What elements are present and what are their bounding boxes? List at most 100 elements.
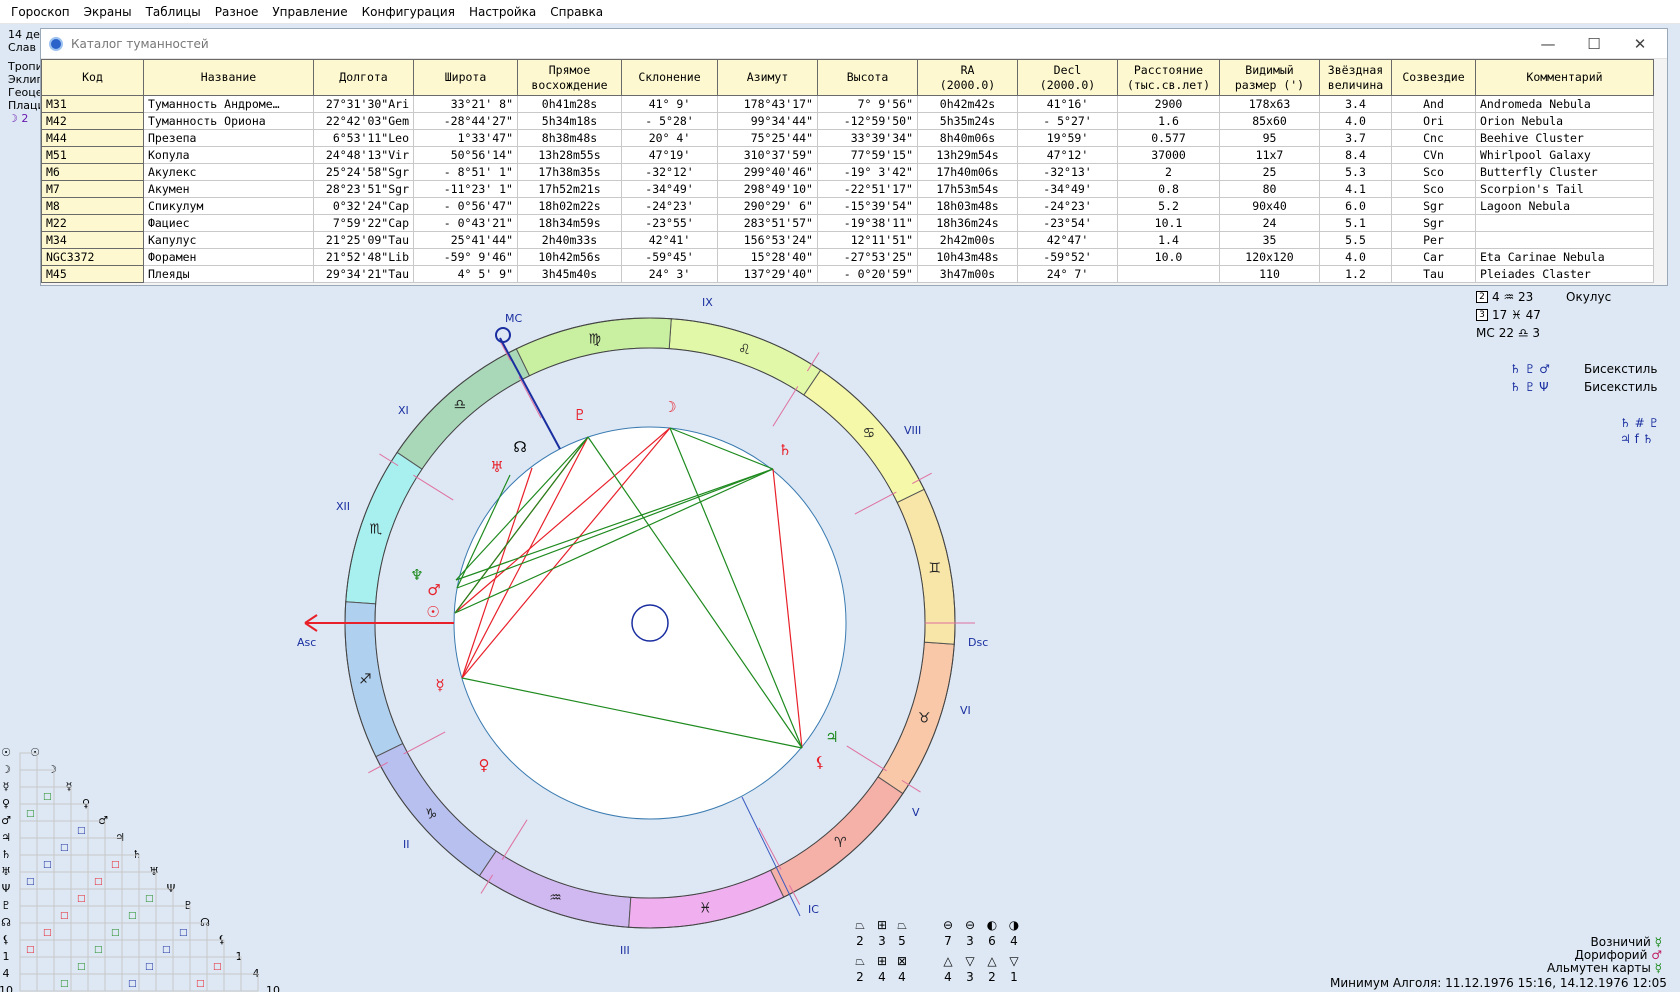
grid-cell[interactable] [53, 803, 72, 822]
grid-cell[interactable] [189, 956, 208, 975]
grid-cell[interactable] [138, 922, 157, 941]
grid-cell[interactable] [223, 973, 242, 992]
table-row[interactable]: M7 Акумен 28°23'51"Sgr -11°23' 1" 17h52m21s -… [41, 180, 1654, 198]
grid-cell[interactable] [87, 922, 106, 941]
column-header[interactable]: RA (2000.0) [917, 59, 1018, 96]
grid-cell[interactable] [104, 956, 123, 975]
cell-lat: - 0°56'47" [413, 197, 518, 215]
grid-cell[interactable] [138, 939, 157, 958]
table-row[interactable]: M22 Фациес 7°59'22"Cap - 0°43'21" 18h34m59s -… [41, 214, 1654, 232]
close-button[interactable]: ✕ [1617, 29, 1663, 59]
grid-cell[interactable] [104, 871, 123, 890]
catalog-titlebar[interactable]: Каталог туманностей — ☐ ✕ [41, 29, 1667, 59]
grid-cell[interactable] [70, 939, 89, 958]
grid-cell[interactable] [36, 803, 55, 822]
grid-cell[interactable] [53, 956, 72, 975]
table-row[interactable]: M45 Плеяды 29°34'21"Tau 4° 5' 9" 3h45m40s 24°… [41, 265, 1654, 283]
grid-cell[interactable] [104, 905, 123, 924]
column-header[interactable]: Decl (2000.0) [1017, 59, 1118, 96]
grid-cell[interactable] [121, 871, 140, 890]
grid-cell[interactable] [36, 973, 55, 992]
column-header[interactable]: Азимут [717, 59, 818, 96]
column-header[interactable]: Комментарий [1475, 59, 1654, 96]
column-header[interactable]: Код [41, 59, 144, 96]
cell-comment [1475, 214, 1654, 232]
grid-cell[interactable] [36, 905, 55, 924]
grid-cell[interactable] [53, 820, 72, 839]
grid-cell[interactable] [206, 973, 225, 992]
grid-cell[interactable] [19, 786, 38, 805]
grid-cell[interactable] [19, 888, 38, 907]
nebula-catalog-window[interactable]: Каталог туманностей — ☐ ✕ Код Название Дол… [40, 28, 1668, 286]
grid-cell[interactable] [19, 769, 38, 788]
grid-cell[interactable] [19, 922, 38, 941]
grid-cell[interactable] [36, 956, 55, 975]
grid-cell[interactable] [53, 939, 72, 958]
grid-cell[interactable] [53, 888, 72, 907]
grid-cell[interactable] [155, 922, 174, 941]
grid-cell[interactable] [36, 820, 55, 839]
table-row[interactable]: M44 Презепа 6°53'11"Leo 1°33'47" 8h38m48s 20°… [41, 129, 1654, 147]
column-header[interactable]: Долгота [313, 59, 414, 96]
grid-cell[interactable] [70, 837, 89, 856]
grid-cell[interactable] [87, 905, 106, 924]
column-header[interactable]: Расстояние (тыс.св.лет) [1117, 59, 1220, 96]
table-row[interactable]: M51 Копула 24°48'13"Vir 50°56'14" 13h28m55s 4… [41, 146, 1654, 164]
grid-cell[interactable] [87, 973, 106, 992]
grid-cell[interactable] [19, 837, 38, 856]
grid-cell[interactable] [70, 973, 89, 992]
column-header[interactable]: Склонение [621, 59, 718, 96]
grid-cell[interactable] [121, 922, 140, 941]
grid-cell[interactable] [19, 956, 38, 975]
grid-cell[interactable] [121, 939, 140, 958]
grid-cell[interactable] [36, 871, 55, 890]
grid-cell[interactable] [36, 939, 55, 958]
grid-cell[interactable] [121, 888, 140, 907]
grid-cell[interactable] [36, 888, 55, 907]
table-row[interactable]: NGC3372 Форамен 21°52'48"Lib -59° 9'46" 10h4… [41, 248, 1654, 266]
grid-cell[interactable] [70, 905, 89, 924]
grid-cell[interactable] [53, 871, 72, 890]
table-row[interactable]: M42 Туманность Ориона 22°42'03"Gem -28°44'2… [41, 112, 1654, 130]
grid-cell[interactable] [87, 837, 106, 856]
grid-cell[interactable] [155, 973, 174, 992]
grid-cell[interactable] [138, 905, 157, 924]
grid-cell[interactable] [104, 888, 123, 907]
grid-cell[interactable] [53, 854, 72, 873]
column-header[interactable]: Звёздная величина [1319, 59, 1392, 96]
grid-cell[interactable] [87, 854, 106, 873]
grid-cell[interactable] [19, 854, 38, 873]
table-row[interactable]: M8 Спикулум 0°32'24"Cap - 0°56'47" 18h02m22s… [41, 197, 1654, 215]
table-row[interactable]: M6 Акулекс 25°24'58"Sgr - 8°51' 1" 17h38m35s… [41, 163, 1654, 181]
column-header[interactable]: Прямое восхождение [517, 59, 622, 96]
grid-cell[interactable] [155, 956, 174, 975]
grid-cell[interactable] [53, 922, 72, 941]
grid-cell[interactable] [155, 905, 174, 924]
grid-cell[interactable] [104, 939, 123, 958]
grid-cell[interactable] [19, 820, 38, 839]
table-row[interactable]: M34 Капулус 21°25'09"Tau 25°41'44" 2h40m33s 4… [41, 231, 1654, 249]
table-row[interactable]: M31 Туманность Андроме… 27°31'30"Ari 33°21'… [41, 95, 1654, 113]
grid-cell[interactable] [172, 939, 191, 958]
grid-cell[interactable] [70, 922, 89, 941]
grid-cell[interactable] [87, 956, 106, 975]
grid-cell[interactable] [87, 888, 106, 907]
grid-cell[interactable] [172, 956, 191, 975]
column-header[interactable]: Широта [413, 59, 518, 96]
minimize-button[interactable]: — [1525, 29, 1571, 59]
maximize-button[interactable]: ☐ [1571, 29, 1617, 59]
column-header[interactable]: Название [143, 59, 314, 96]
grid-cell[interactable] [19, 905, 38, 924]
grid-cell[interactable] [172, 973, 191, 992]
grid-cell[interactable] [19, 973, 38, 992]
column-header[interactable]: Созвездие [1391, 59, 1476, 96]
grid-cell[interactable] [138, 973, 157, 992]
grid-cell[interactable] [121, 956, 140, 975]
column-header[interactable]: Высота [817, 59, 918, 96]
grid-cell[interactable] [189, 939, 208, 958]
grid-cell[interactable] [36, 837, 55, 856]
grid-cell[interactable] [104, 973, 123, 992]
grid-cell[interactable] [70, 871, 89, 890]
column-header[interactable]: Видимый размер (') [1219, 59, 1320, 96]
grid-cell[interactable] [70, 854, 89, 873]
